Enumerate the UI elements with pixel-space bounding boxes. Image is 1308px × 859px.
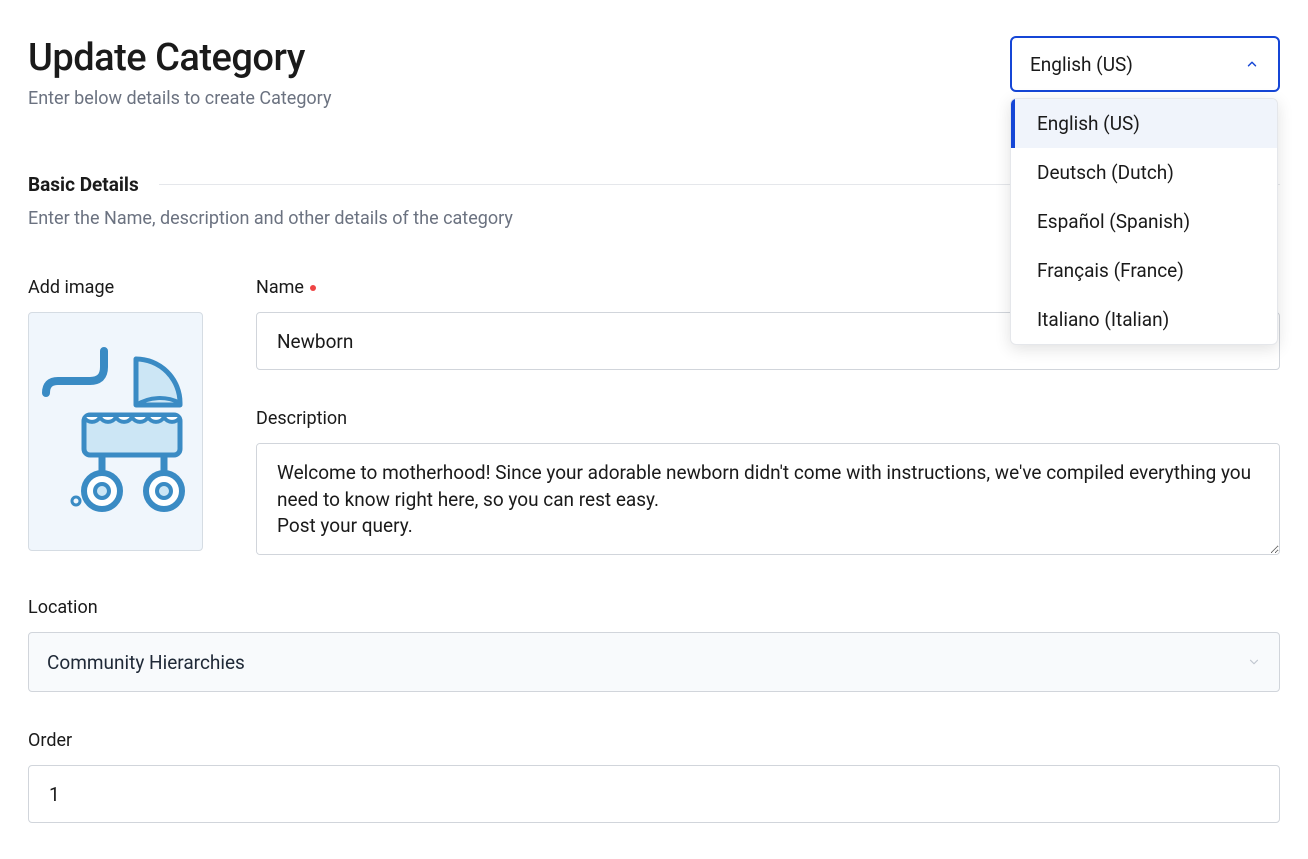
page-title: Update Category xyxy=(28,36,331,80)
chevron-down-icon xyxy=(1247,651,1261,674)
location-value: Community Hierarchies xyxy=(47,651,245,674)
description-label: Description xyxy=(256,408,1280,429)
name-label: Name xyxy=(256,277,304,298)
description-textarea[interactable] xyxy=(256,443,1280,555)
location-label: Location xyxy=(28,597,1280,618)
language-option[interactable]: Italiano (Italian) xyxy=(1011,295,1277,344)
location-select[interactable]: Community Hierarchies xyxy=(28,632,1280,692)
page-subtitle: Enter below details to create Category xyxy=(28,88,331,109)
stroller-icon xyxy=(36,345,196,519)
language-option[interactable]: Deutsch (Dutch) xyxy=(1011,148,1277,197)
required-indicator-icon xyxy=(310,285,316,291)
language-option[interactable]: Español (Spanish) xyxy=(1011,197,1277,246)
language-selected-label: English (US) xyxy=(1030,53,1133,76)
language-option[interactable]: Français (France) xyxy=(1011,246,1277,295)
section-title: Basic Details xyxy=(28,173,139,196)
language-select[interactable]: English (US) xyxy=(1010,36,1280,92)
image-upload-box[interactable] xyxy=(28,312,203,551)
chevron-up-icon xyxy=(1244,56,1260,72)
add-image-label: Add image xyxy=(28,277,228,298)
language-dropdown: English (US) Deutsch (Dutch) Español (Sp… xyxy=(1010,98,1278,345)
order-input[interactable] xyxy=(28,765,1280,823)
language-option[interactable]: English (US) xyxy=(1011,99,1277,148)
order-label: Order xyxy=(28,730,1280,751)
